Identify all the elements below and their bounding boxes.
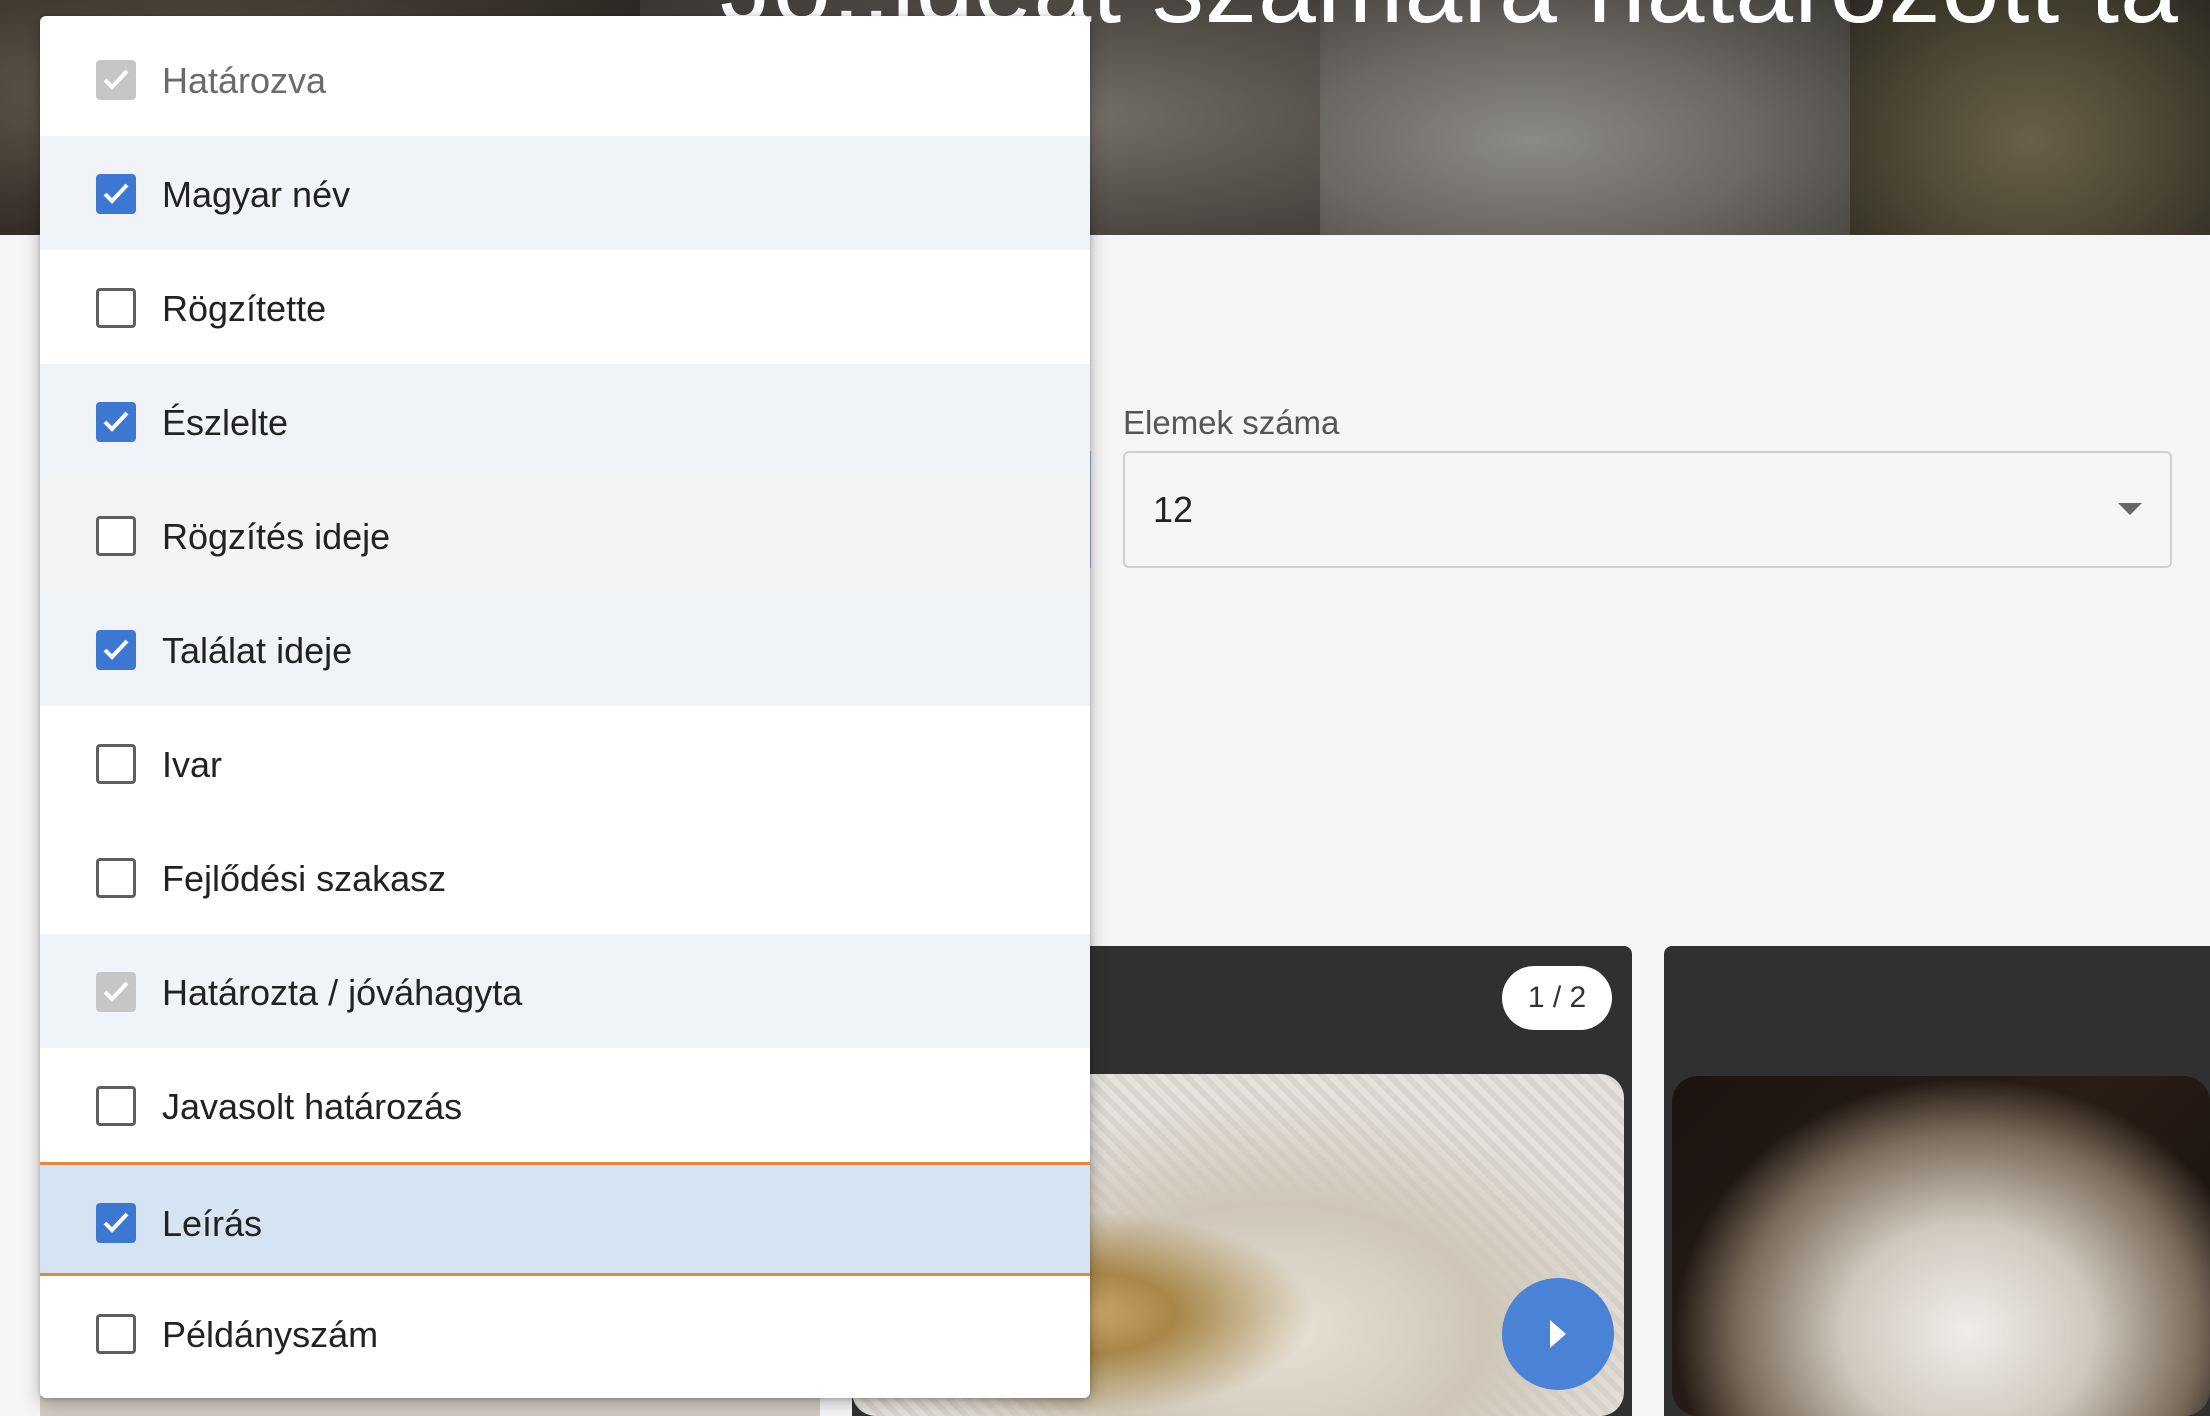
check-icon: [103, 1212, 129, 1233]
column-option-label: Észlelte: [162, 402, 289, 443]
column-option[interactable]: Magyar név: [40, 136, 1090, 250]
column-option[interactable]: Leírás: [40, 1162, 1090, 1276]
observation-photo[interactable]: [1672, 1076, 2210, 1416]
observation-card[interactable]: [1664, 946, 2210, 1416]
column-option-label: Rögzítés ideje: [162, 516, 391, 557]
check-icon: [103, 411, 129, 432]
check-icon: [103, 69, 129, 90]
check-icon: [103, 183, 129, 204]
column-option-label: Fejlődési szakasz: [162, 858, 447, 899]
column-option-checkbox: [96, 60, 136, 100]
caret-down-icon: [2118, 503, 2142, 515]
column-option-label: Találat ideje: [162, 630, 353, 671]
column-option-label: Leírás: [162, 1203, 263, 1244]
column-option-label: Határozva: [162, 60, 327, 101]
column-option-label: Rögzítette: [162, 288, 327, 329]
column-option-label: Magyar név: [162, 174, 351, 215]
column-option-checkbox[interactable]: [96, 1314, 136, 1354]
check-icon: [103, 639, 129, 660]
column-option-checkbox[interactable]: [96, 1086, 136, 1126]
items-per-page-select[interactable]: 12: [1123, 451, 2172, 568]
image-counter-badge: 1 / 2: [1502, 966, 1612, 1030]
column-option[interactable]: Példányszám: [40, 1276, 1090, 1390]
column-option-label: Javasolt határozás: [162, 1086, 463, 1127]
column-option-label: Példányszám: [162, 1314, 379, 1355]
column-option-checkbox[interactable]: [96, 516, 136, 556]
column-option[interactable]: Rögzítés ideje: [40, 478, 1090, 592]
column-visibility-dropdown: Határozva Magyar név Rögzítette Észlelte Rög…: [40, 16, 1090, 1398]
column-option-checkbox: [96, 972, 136, 1012]
column-option-checkbox[interactable]: [96, 402, 136, 442]
column-option-checkbox[interactable]: [96, 630, 136, 670]
column-option-checkbox[interactable]: [96, 174, 136, 214]
column-option-checkbox[interactable]: [96, 744, 136, 784]
column-option[interactable]: Ivar: [40, 706, 1090, 820]
items-per-page-value: 12: [1153, 489, 1194, 530]
items-per-page-label: Elemek száma: [1123, 404, 1340, 441]
column-option[interactable]: Észlelte: [40, 364, 1090, 478]
column-option-checkbox[interactable]: [96, 858, 136, 898]
check-icon: [103, 981, 129, 1002]
column-option[interactable]: Rögzítette: [40, 250, 1090, 364]
column-option: Határozta / jóváhagyta: [40, 934, 1090, 1048]
next-image-button[interactable]: [1502, 1278, 1614, 1390]
column-option[interactable]: Javasolt határozás: [40, 1048, 1090, 1162]
column-option-label: Ivar: [162, 744, 223, 785]
card-image-strip: [40, 1396, 820, 1416]
column-option-label: Határozta / jóváhagyta: [162, 972, 523, 1013]
column-option: Határozva: [40, 22, 1090, 136]
column-option-checkbox[interactable]: [96, 288, 136, 328]
column-option[interactable]: Fejlődési szakasz: [40, 820, 1090, 934]
chevron-right-icon: [1550, 1320, 1566, 1348]
column-option-checkbox[interactable]: [96, 1203, 136, 1243]
column-option[interactable]: Találat ideje: [40, 592, 1090, 706]
